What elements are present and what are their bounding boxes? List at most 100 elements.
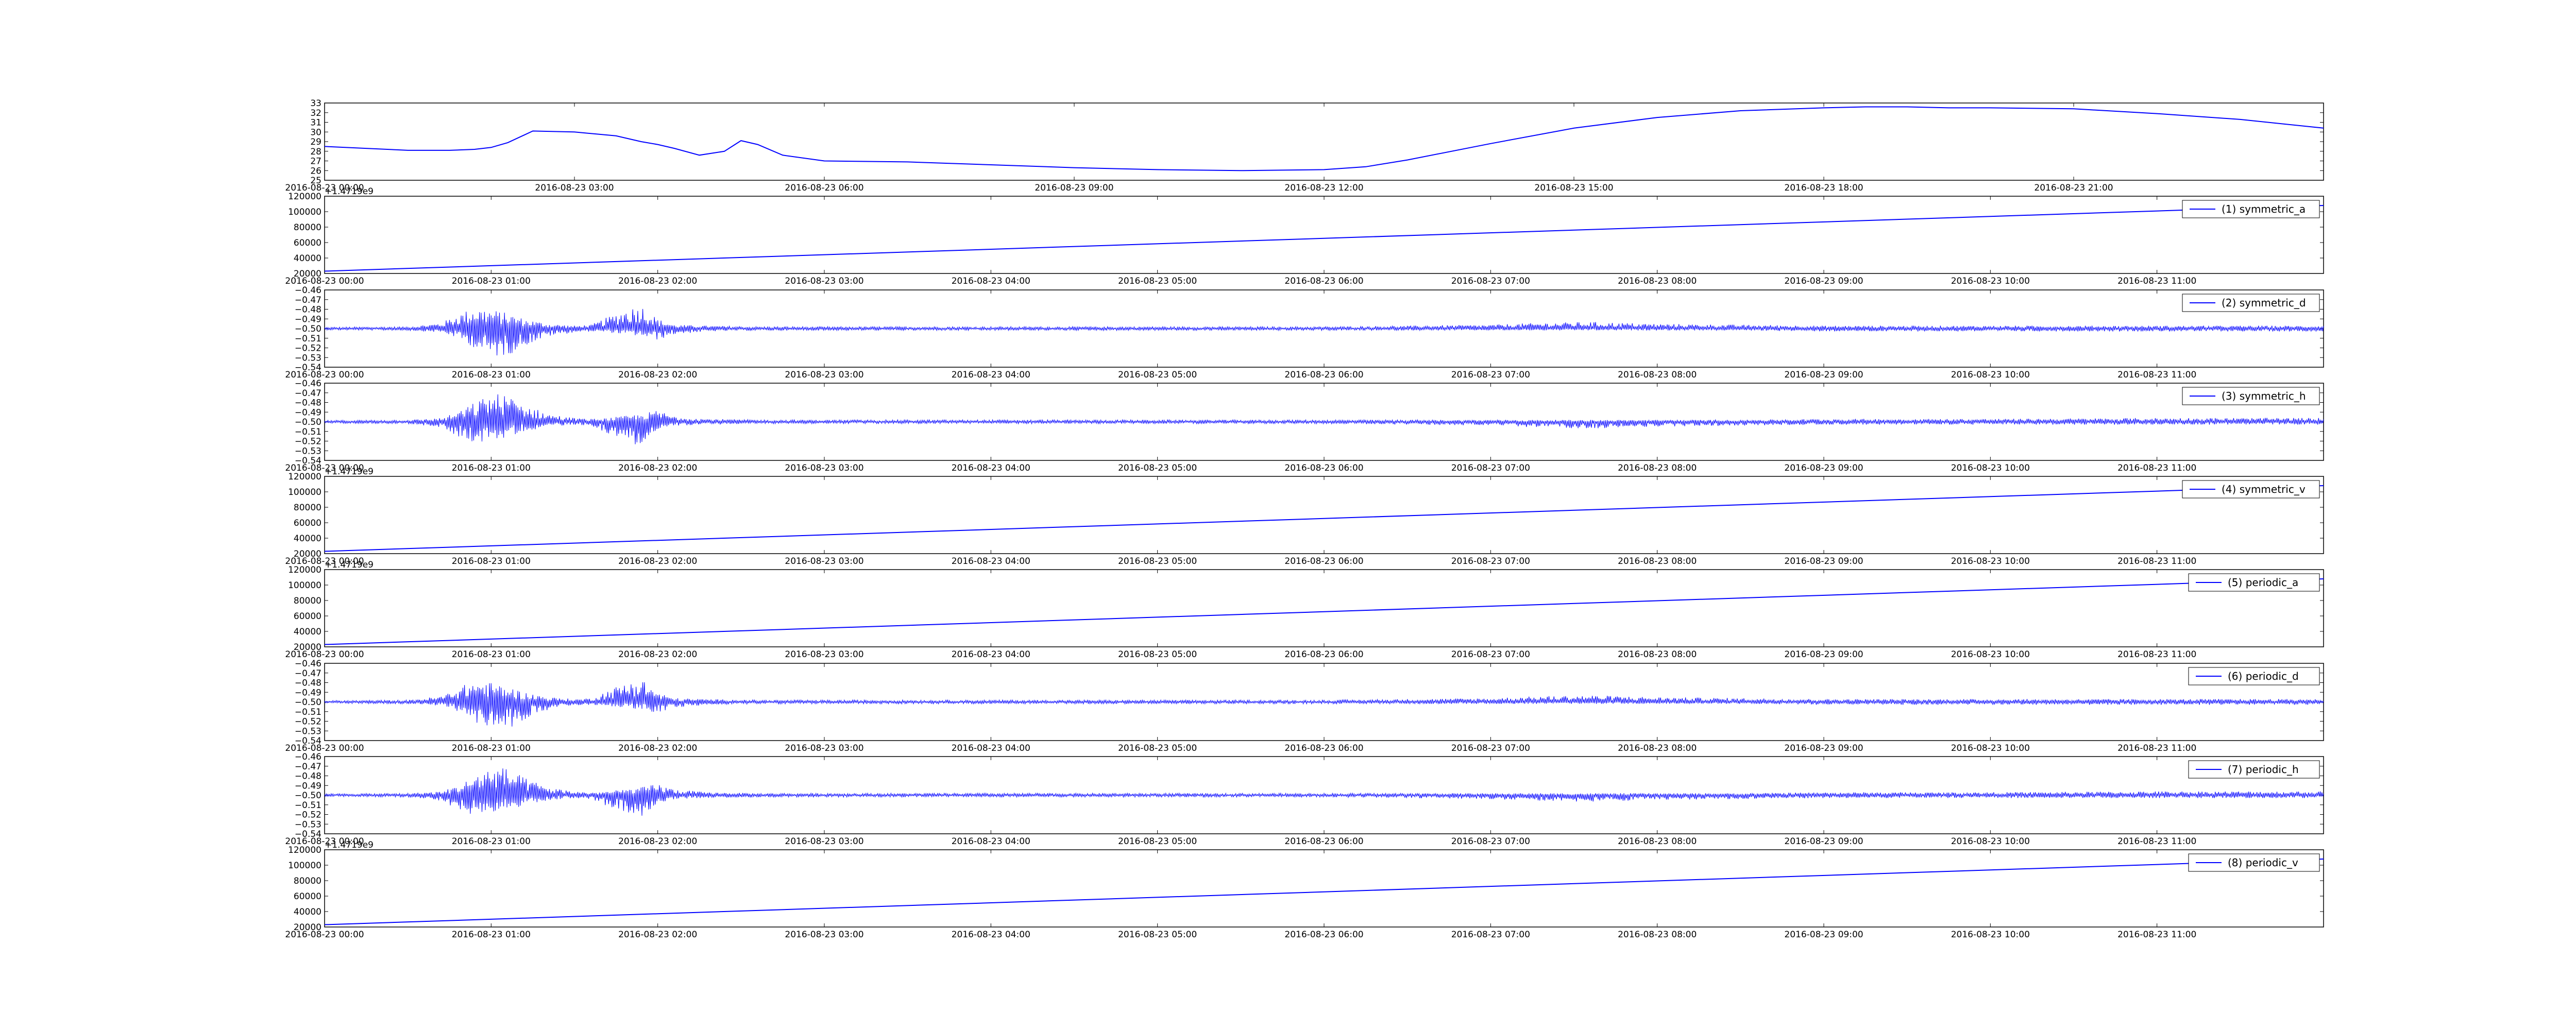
x-tick-label: 2016-08-23 08:00 [1618,930,1697,940]
x-tick-label: 2016-08-23 09:00 [1784,556,1863,566]
x-tick-label: 2016-08-23 08:00 [1618,649,1697,660]
y-tick-label: 60000 [294,518,321,528]
x-tick-label: 2016-08-23 09:00 [1784,743,1863,753]
panel-5: 200004000060000800001000001200002016-08-… [285,467,2324,566]
y-tick-label: −0.53 [295,726,321,736]
x-tick-label: 2016-08-23 07:00 [1451,930,1530,940]
y-tick-label: 60000 [294,611,321,622]
y-tick-label: 120000 [288,565,321,575]
y-tick-label: 100000 [288,487,321,497]
y-tick-label: 31 [310,118,321,128]
axes-frame [324,196,2324,274]
x-tick-label: 2016-08-23 00:00 [285,276,364,286]
y-tick-label: −0.46 [295,659,321,669]
x-tick-label: 2016-08-23 05:00 [1118,556,1197,566]
x-tick-label: 2016-08-23 09:00 [1784,370,1863,380]
x-tick-label: 2016-08-23 10:00 [1951,743,2030,753]
x-tick-label: 2016-08-23 05:00 [1118,930,1197,940]
x-tick-label: 2016-08-23 05:00 [1118,743,1197,753]
x-tick-label: 2016-08-23 04:00 [952,930,1030,940]
panel-7: −0.54−0.53−0.52−0.51−0.50−0.49−0.48−0.47… [285,659,2324,753]
panel-6: 200004000060000800001000001200002016-08-… [285,560,2324,660]
panel-3: −0.54−0.53−0.52−0.51−0.50−0.49−0.48−0.47… [285,285,2324,380]
x-tick-label: 2016-08-23 06:00 [1284,649,1363,660]
y-tick-label: −0.47 [295,295,321,305]
x-tick-label: 2016-08-23 10:00 [1951,556,2030,566]
x-tick-label: 2016-08-23 11:00 [2117,556,2196,566]
x-tick-label: 2016-08-23 05:00 [1118,836,1197,847]
x-tick-label: 2016-08-23 07:00 [1451,276,1530,286]
x-tick-label: 2016-08-23 04:00 [952,556,1030,566]
x-tick-label: 2016-08-23 08:00 [1618,556,1697,566]
y-tick-label: 100000 [288,861,321,871]
x-tick-label: 2016-08-23 06:00 [785,183,863,193]
x-tick-label: 2016-08-23 02:00 [618,276,697,286]
x-tick-label: 2016-08-23 11:00 [2117,743,2196,753]
x-tick-label: 2016-08-23 01:00 [452,463,531,473]
y-tick-label: 80000 [294,596,321,606]
legend-label: (1) symmetric_a [2222,203,2306,215]
y-tick-label: −0.49 [295,407,321,418]
y-tick-label: 40000 [294,534,321,544]
x-tick-label: 2016-08-23 00:00 [285,930,364,940]
x-tick-label: 2016-08-23 11:00 [2117,370,2196,380]
x-tick-label: 2016-08-23 03:00 [785,556,863,566]
x-tick-label: 2016-08-23 07:00 [1451,649,1530,660]
x-tick-label: 2016-08-23 01:00 [452,649,531,660]
x-tick-label: 2016-08-23 04:00 [952,743,1030,753]
x-tick-label: 2016-08-23 02:00 [618,556,697,566]
x-tick-label: 2016-08-23 05:00 [1118,463,1197,473]
x-tick-label: 2016-08-23 07:00 [1451,556,1530,566]
y-tick-label: 120000 [288,845,321,855]
x-tick-label: 2016-08-23 09:00 [1784,930,1863,940]
y-tick-label: −0.52 [295,810,321,820]
y-tick-label: −0.51 [295,707,321,717]
x-tick-label: 2016-08-23 11:00 [2117,836,2196,847]
y-tick-label: −0.52 [295,437,321,447]
y-tick-label: −0.47 [295,668,321,679]
x-tick-label: 2016-08-23 03:00 [535,183,614,193]
x-tick-label: 2016-08-23 15:00 [1534,183,1613,193]
x-tick-label: 2016-08-23 04:00 [952,370,1030,380]
axes-frame [324,663,2324,741]
x-tick-label: 2016-08-23 06:00 [1284,276,1363,286]
x-tick-label: 2016-08-23 09:00 [1784,276,1863,286]
x-tick-label: 2016-08-23 10:00 [1951,276,2030,286]
x-tick-label: 2016-08-23 10:00 [1951,930,2030,940]
axes-frame [324,102,2324,181]
x-tick-label: 2016-08-23 09:00 [1784,463,1863,473]
y-tick-label: −0.52 [295,717,321,727]
y-tick-label: −0.49 [295,781,321,791]
x-tick-label: 2016-08-23 11:00 [2117,649,2196,660]
x-tick-label: 2016-08-23 02:00 [618,930,697,940]
x-tick-label: 2016-08-23 10:00 [1951,649,2030,660]
axes-frame [324,476,2324,554]
figure-canvas: 2526272829303132332016-08-23 03:00 2016-0… [285,98,2324,940]
x-tick-label: 2016-08-23 03:00 [785,743,863,753]
y-tick-label: −0.49 [295,314,321,324]
x-tick-label: 2016-08-23 08:00 [1618,370,1697,380]
x-tick-label: 2016-08-23 02:00 [618,649,697,660]
x-tick-label: 2016-08-23 09:00 [1784,836,1863,847]
x-tick-label: 2016-08-23 03:00 [785,370,863,380]
x-tick-label: 2016-08-23 07:00 [1451,463,1530,473]
x-tick-label: 2016-08-23 10:00 [1951,836,2030,847]
y-tick-label: −0.46 [295,285,321,296]
x-tick-label: 2016-08-23 02:00 [618,463,697,473]
x-tick-label: 2016-08-23 01:00 [452,836,531,847]
y-tick-label: 80000 [294,876,321,886]
x-tick-label: 2016-08-23 08:00 [1618,743,1697,753]
x-tick-label: 2016-08-23 01:00 [452,930,531,940]
legend-label: (4) symmetric_v [2222,483,2306,495]
y-tick-label: −0.51 [295,800,321,811]
x-tick-label: 2016-08-23 03:00 [785,276,863,286]
y-tick-label: 60000 [294,238,321,248]
x-tick-label: 2016-08-23 12:00 [1284,183,1363,193]
y-tick-label: −0.52 [295,344,321,354]
x-tick-label: 2016-08-23 11:00 [2117,276,2196,286]
y-tick-label: 40000 [294,627,321,637]
axes-frame [324,849,2324,928]
panel-2: 200004000060000800001000001200002016-08-… [285,186,2324,286]
x-tick-label: 2016-08-23 03:00 [785,649,863,660]
axis-offset-label: +1.4719e9 [325,560,374,570]
